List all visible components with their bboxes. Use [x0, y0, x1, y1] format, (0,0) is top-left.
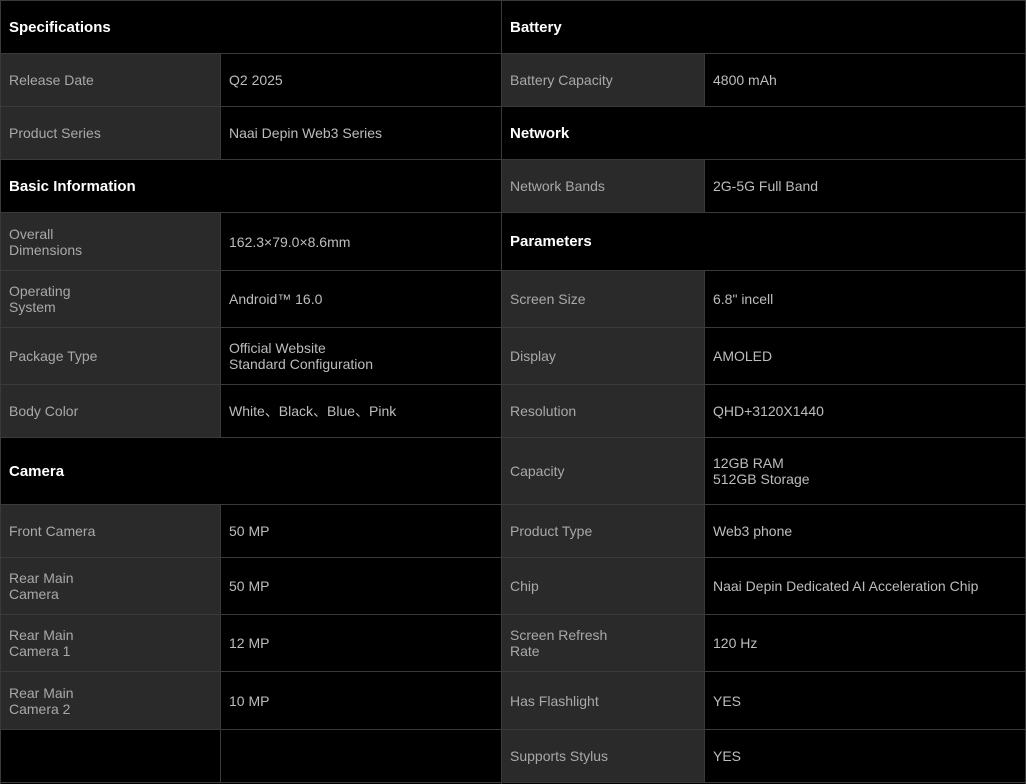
spec-label: Resolution [502, 385, 705, 437]
spec-value: Android™ 16.0 [221, 271, 501, 327]
spec-label: Battery Capacity [502, 54, 705, 106]
spec-row-package-type: Package Type Official Website Standard Co… [1, 328, 501, 385]
spec-row-rear-main-camera-2: Rear Main Camera 2 10 MP [1, 672, 501, 730]
spec-value: QHD+3120X1440 [705, 385, 1025, 437]
spec-value: Q2 2025 [221, 54, 501, 106]
spec-value: Official Website Standard Configuration [221, 328, 501, 384]
section-title: Parameters [510, 233, 592, 250]
section-header-parameters: Parameters [502, 213, 1025, 271]
spec-row-release-date: Release Date Q2 2025 [1, 54, 501, 107]
spec-label [1, 730, 221, 782]
spec-value: 50 MP [221, 505, 501, 557]
spec-value: 4800 mAh [705, 54, 1025, 106]
spec-label: Package Type [1, 328, 221, 384]
spec-column-right: Battery Battery Capacity 4800 mAh Network Ne… [501, 0, 1026, 784]
spec-row-product-series: Product Series Naai Depin Web3 Series [1, 107, 501, 160]
spec-label: Product Type [502, 505, 705, 557]
spec-value: YES [705, 672, 1025, 729]
section-title: Specifications [9, 18, 111, 36]
section-title: Camera [9, 462, 65, 480]
spec-value: Web3 phone [705, 505, 1025, 557]
spec-label: Supports Stylus [502, 730, 705, 782]
spec-label: Screen Size [502, 271, 705, 327]
spec-value: 10 MP [221, 672, 501, 729]
section-title: Battery [510, 18, 562, 36]
spec-row-operating-system: Operating System Android™ 16.0 [1, 271, 501, 328]
spec-row-overall-dimensions: Overall Dimensions 162.3×79.0×8.6mm [1, 213, 501, 271]
spec-value: 50 MP [221, 558, 501, 614]
spec-value [221, 730, 501, 782]
spec-label: Overall Dimensions [1, 213, 221, 270]
spec-value: 2G-5G Full Band [705, 160, 1025, 212]
spec-value: 12 MP [221, 615, 501, 671]
spec-label: Release Date [1, 54, 221, 106]
spec-label: Body Color [1, 385, 221, 437]
spec-value: Naai Depin Web3 Series [221, 107, 501, 159]
spec-label: Rear Main Camera 2 [1, 672, 221, 729]
spec-value: White、Black、Blue、Pink [221, 385, 501, 437]
spec-row-body-color: Body Color White、Black、Blue、Pink [1, 385, 501, 438]
empty-row [1, 730, 501, 783]
spec-row-product-type: Product Type Web3 phone [502, 505, 1025, 558]
spec-label: Chip [502, 558, 705, 614]
spec-label: Product Series [1, 107, 221, 159]
spec-label: Capacity [502, 438, 705, 504]
section-header-network: Network [502, 107, 1025, 160]
spec-row-screen-refresh-rate: Screen Refresh Rate 120 Hz [502, 615, 1025, 672]
spec-label: Screen Refresh Rate [502, 615, 705, 671]
spec-row-network-bands: Network Bands 2G-5G Full Band [502, 160, 1025, 213]
section-header-camera: Camera [1, 438, 501, 505]
section-header-battery: Battery [502, 1, 1025, 54]
spec-table: Specifications Release Date Q2 2025 Product… [0, 0, 1026, 784]
spec-row-has-flashlight: Has Flashlight YES [502, 672, 1025, 730]
spec-row-rear-main-camera-1: Rear Main Camera 1 12 MP [1, 615, 501, 672]
spec-value: 6.8" incell [705, 271, 1025, 327]
spec-label: Rear Main Camera [1, 558, 221, 614]
spec-label: Network Bands [502, 160, 705, 212]
spec-row-resolution: Resolution QHD+3120X1440 [502, 385, 1025, 438]
spec-label: Operating System [1, 271, 221, 327]
spec-label: Has Flashlight [502, 672, 705, 729]
spec-row-chip: Chip Naai Depin Dedicated AI Acceleration… [502, 558, 1025, 615]
spec-value: 162.3×79.0×8.6mm [221, 213, 501, 270]
section-header-specifications: Specifications [1, 1, 501, 54]
spec-value: AMOLED [705, 328, 1025, 384]
spec-value: 120 Hz [705, 615, 1025, 671]
section-header-basic-information: Basic Information [1, 160, 501, 213]
spec-label: Rear Main Camera 1 [1, 615, 221, 671]
spec-row-battery-capacity: Battery Capacity 4800 mAh [502, 54, 1025, 107]
spec-row-rear-main-camera: Rear Main Camera 50 MP [1, 558, 501, 615]
spec-row-supports-stylus: Supports Stylus YES [502, 730, 1025, 783]
spec-value: YES [705, 730, 1025, 782]
spec-row-front-camera: Front Camera 50 MP [1, 505, 501, 558]
spec-row-capacity: Capacity 12GB RAM 512GB Storage [502, 438, 1025, 505]
spec-label: Display [502, 328, 705, 384]
spec-column-left: Specifications Release Date Q2 2025 Product… [0, 0, 501, 784]
section-title: Basic Information [9, 177, 136, 195]
spec-row-display: Display AMOLED [502, 328, 1025, 385]
spec-row-screen-size: Screen Size 6.8" incell [502, 271, 1025, 328]
section-title: Network [510, 124, 570, 142]
spec-value: Naai Depin Dedicated AI Acceleration Chi… [705, 558, 1025, 614]
spec-value: 12GB RAM 512GB Storage [705, 438, 1025, 504]
spec-label: Front Camera [1, 505, 221, 557]
